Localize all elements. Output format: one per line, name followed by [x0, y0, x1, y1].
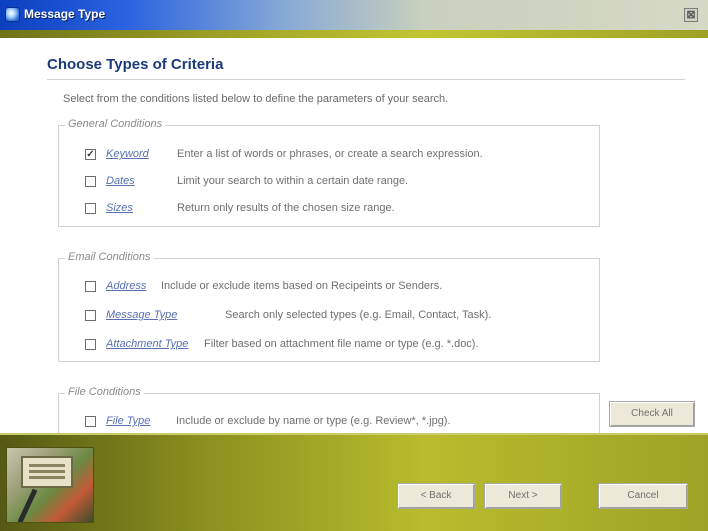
file-type-checkbox[interactable] — [85, 416, 96, 427]
page-title: Choose Types of Criteria — [47, 56, 224, 73]
file-type-description: Include or exclude by name or type (e.g.… — [176, 415, 451, 427]
attachment-type-description: Filter based on attachment file name or … — [204, 338, 479, 350]
file-conditions-group: File Conditions File Type Include or exc… — [58, 386, 600, 437]
title-bar[interactable]: Message Type ⊠ — [0, 0, 708, 30]
keyword-checkbox[interactable]: ✓ — [85, 149, 96, 160]
criteria-row-attachment-type: Attachment Type Filter based on attachme… — [59, 337, 599, 353]
wizard-content: Choose Types of Criteria Select from the… — [0, 38, 708, 437]
back-button[interactable]: < Back — [397, 483, 475, 509]
criteria-row-keyword: ✓ Keyword Enter a list of words or phras… — [59, 147, 599, 163]
footer-divider — [0, 433, 708, 435]
criteria-row-file-type: File Type Include or exclude by name or … — [59, 414, 599, 430]
header-accent-bar — [0, 30, 708, 38]
window-title: Message Type — [24, 7, 106, 21]
attachment-type-link[interactable]: Attachment Type — [106, 338, 188, 350]
criteria-row-address: Address Include or exclude items based o… — [59, 279, 599, 295]
sizes-link[interactable]: Sizes — [106, 202, 133, 214]
group-legend: Email Conditions — [65, 251, 154, 263]
keyword-link[interactable]: Keyword — [106, 148, 149, 160]
address-description: Include or exclude items based on Recipe… — [161, 280, 443, 292]
general-conditions-group: General Conditions ✓ Keyword Enter a lis… — [58, 118, 600, 227]
dates-checkbox[interactable] — [85, 176, 96, 187]
message-type-checkbox[interactable] — [85, 310, 96, 321]
cancel-button[interactable]: Cancel — [598, 483, 688, 509]
address-link[interactable]: Address — [106, 280, 146, 292]
next-button[interactable]: Next > — [484, 483, 562, 509]
logo-screen — [21, 456, 73, 488]
sizes-checkbox[interactable] — [85, 203, 96, 214]
attachment-type-checkbox[interactable] — [85, 339, 96, 350]
sizes-description: Return only results of the chosen size r… — [177, 202, 395, 214]
criteria-row-sizes: Sizes Return only results of the chosen … — [59, 201, 599, 217]
app-icon — [5, 7, 20, 22]
email-conditions-group: Email Conditions Address Include or excl… — [58, 251, 600, 362]
check-all-button[interactable]: Check All — [609, 401, 695, 427]
address-checkbox[interactable] — [85, 281, 96, 292]
message-type-description: Search only selected types (e.g. Email, … — [225, 309, 492, 321]
title-divider — [47, 79, 685, 80]
group-legend: File Conditions — [65, 386, 144, 398]
dates-link[interactable]: Dates — [106, 175, 135, 187]
dates-description: Limit your search to within a certain da… — [177, 175, 409, 187]
logo-pen — [17, 488, 38, 522]
instructions-text: Select from the conditions listed below … — [63, 93, 449, 105]
message-type-link[interactable]: Message Type — [106, 309, 177, 321]
dialog-window: Message Type ⊠ Choose Types of Criteria … — [0, 0, 708, 531]
file-type-link[interactable]: File Type — [106, 415, 150, 427]
group-legend: General Conditions — [65, 118, 166, 130]
app-logo-image — [6, 447, 94, 523]
close-icon[interactable]: ⊠ — [684, 8, 698, 22]
criteria-row-dates: Dates Limit your search to within a cert… — [59, 174, 599, 190]
keyword-description: Enter a list of words or phrases, or cre… — [177, 148, 483, 160]
wizard-footer: < Back Next > Cancel — [0, 433, 708, 531]
criteria-row-message-type: Message Type Search only selected types … — [59, 308, 599, 324]
